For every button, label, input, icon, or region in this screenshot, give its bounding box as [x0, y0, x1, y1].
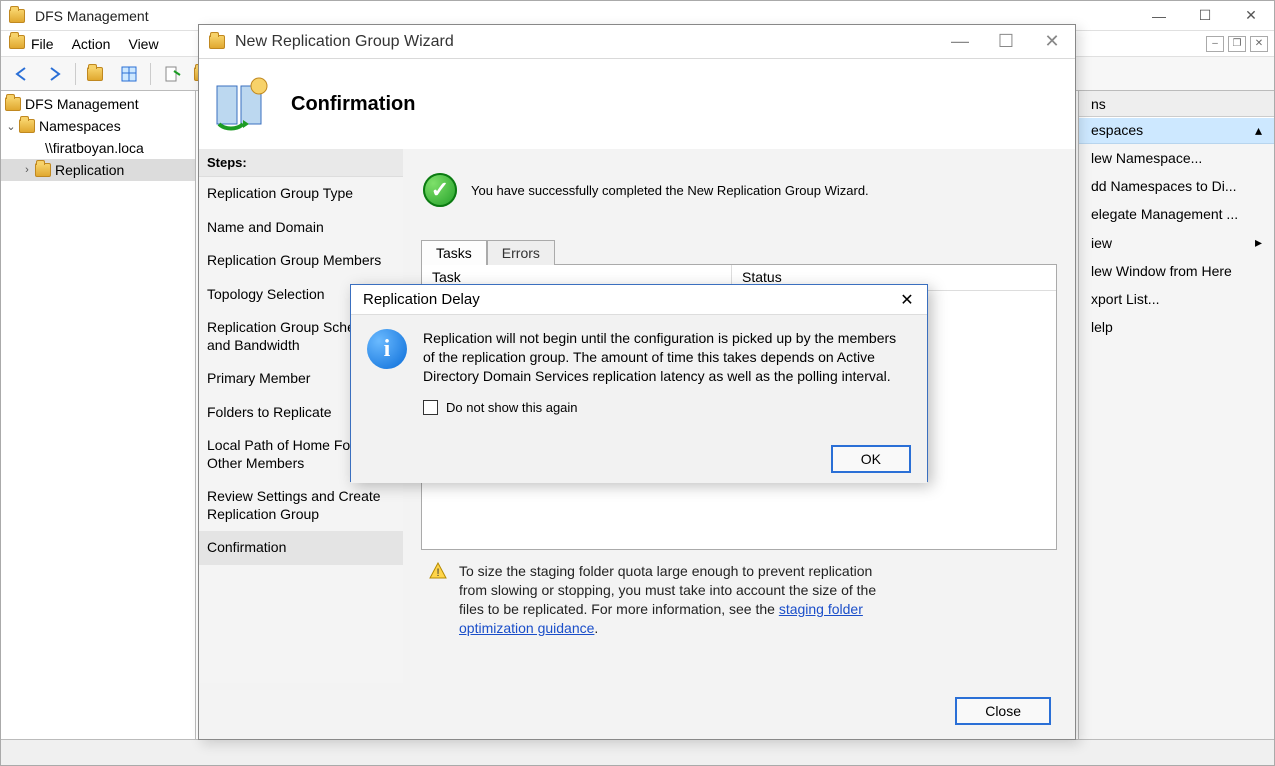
hint-row: ! To size the staging folder quota large…	[421, 550, 1057, 638]
tab-tasks[interactable]: Tasks	[421, 240, 487, 265]
step-9[interactable]: Confirmation	[199, 531, 403, 565]
close-button[interactable]: ✕	[1228, 1, 1274, 31]
nav-back-button[interactable]	[9, 61, 35, 87]
statusbar	[1, 739, 1274, 765]
expand-icon[interactable]: ›	[21, 164, 33, 176]
step-1[interactable]: Name and Domain	[199, 211, 403, 245]
step-2[interactable]: Replication Group Members	[199, 244, 403, 278]
tree-root[interactable]: DFS Management	[1, 93, 195, 115]
step-0[interactable]: Replication Group Type	[199, 177, 403, 211]
action-delegate[interactable]: elegate Management ...	[1079, 200, 1274, 228]
actions-header: ns	[1079, 91, 1274, 117]
toolbar-btn-3[interactable]	[159, 61, 185, 87]
tree-ns-label: \\firatboyan.loca	[45, 140, 144, 156]
steps-header: Steps:	[199, 149, 403, 177]
hint-text: To size the staging folder quota large e…	[459, 562, 879, 638]
maximize-button[interactable]: ☐	[1182, 1, 1228, 31]
tree-namespaces[interactable]: ⌄ Namespaces	[1, 115, 195, 137]
actions-sub-label: espaces	[1091, 122, 1143, 139]
tabs: Tasks Errors	[421, 239, 1057, 264]
success-row: ✓ You have successfully completed the Ne…	[421, 165, 1057, 225]
menu-icon	[9, 35, 25, 49]
menu-aux-restore[interactable]: ❐	[1228, 36, 1246, 52]
tree-replication[interactable]: › Replication	[1, 159, 195, 181]
tab-errors[interactable]: Errors	[487, 240, 555, 265]
separator	[75, 63, 76, 85]
app-icon	[9, 9, 25, 23]
action-help[interactable]: lelp	[1079, 313, 1274, 341]
actions-pane: ns espaces ▴ lew Namespace... dd Namespa…	[1078, 91, 1274, 739]
folder-icon	[35, 163, 51, 177]
menu-action[interactable]: Action	[72, 36, 111, 52]
dialog-replication-delay: Replication Delay ✕ i Replication will n…	[350, 284, 928, 482]
collapse-icon[interactable]: ⌄	[5, 120, 17, 133]
folder-icon	[5, 97, 21, 111]
ok-button[interactable]: OK	[831, 445, 911, 473]
doc-icon	[163, 65, 181, 83]
wizard-footer: Close	[199, 683, 1075, 739]
dialog-titlebar: Replication Delay ✕	[351, 285, 927, 315]
wizard-minimize-button[interactable]: —	[937, 27, 983, 57]
tree-pane: DFS Management ⌄ Namespaces \\firatboyan…	[1, 91, 196, 739]
close-button[interactable]: Close	[955, 697, 1051, 725]
wizard-titlebar: New Replication Group Wizard — ☐ ✕	[199, 25, 1075, 59]
dialog-text: Replication will not begin until the con…	[423, 329, 911, 386]
actions-subheader: espaces ▴	[1079, 117, 1274, 144]
wizard-title: New Replication Group Wizard	[235, 33, 454, 51]
warning-icon: !	[429, 562, 447, 580]
dont-show-label: Do not show this again	[446, 400, 578, 415]
wizard-maximize-button[interactable]: ☐	[983, 27, 1029, 57]
folder-icon	[19, 119, 35, 133]
dialog-content: i Replication will not begin until the c…	[367, 329, 911, 386]
step-8[interactable]: Review Settings and Create Replication G…	[199, 480, 403, 531]
wizard-graphic-icon	[209, 74, 273, 134]
table-icon	[120, 65, 138, 83]
main-title: DFS Management	[35, 8, 149, 24]
checkbox-row: Do not show this again	[423, 400, 911, 415]
collapse-up-icon[interactable]: ▴	[1255, 122, 1262, 139]
dialog-footer: OK	[367, 445, 911, 473]
svg-text:!: !	[436, 567, 439, 579]
action-view[interactable]: iew ▸	[1079, 228, 1274, 257]
wizard-header: Confirmation	[199, 59, 1075, 149]
wizard-heading: Confirmation	[291, 93, 415, 116]
tree-namespaces-label: Namespaces	[39, 118, 121, 134]
arrow-right-icon	[45, 65, 63, 83]
chevron-right-icon: ▸	[1255, 234, 1262, 251]
action-add-namespace[interactable]: dd Namespaces to Di...	[1079, 172, 1274, 200]
wizard-close-button[interactable]: ✕	[1029, 27, 1075, 57]
menu-view[interactable]: View	[128, 36, 158, 52]
action-new-window[interactable]: lew Window from Here	[1079, 257, 1274, 285]
tree-ns-item[interactable]: \\firatboyan.loca	[1, 137, 195, 159]
menu-aux-min[interactable]: –	[1206, 36, 1224, 52]
nav-forward-button[interactable]	[41, 61, 67, 87]
tree-replication-label: Replication	[55, 162, 124, 178]
dialog-body: i Replication will not begin until the c…	[351, 315, 927, 483]
toolbar-btn-1[interactable]	[84, 61, 110, 87]
separator	[150, 63, 151, 85]
action-export[interactable]: xport List...	[1079, 285, 1274, 313]
action-new-namespace[interactable]: lew Namespace...	[1079, 144, 1274, 172]
arrow-left-icon	[13, 65, 31, 83]
dont-show-checkbox[interactable]	[423, 400, 438, 415]
checkmark-icon: ✓	[423, 173, 457, 207]
info-icon: i	[367, 329, 407, 369]
menu-aux-close[interactable]: ✕	[1250, 36, 1268, 52]
dialog-title: Replication Delay	[363, 291, 480, 308]
success-text: You have successfully completed the New …	[471, 183, 869, 198]
menu-file[interactable]: File	[31, 36, 54, 52]
main-win-controls: — ☐ ✕	[1136, 1, 1274, 30]
dialog-close-button[interactable]: ✕	[887, 290, 927, 310]
tree-root-label: DFS Management	[25, 96, 139, 112]
minimize-button[interactable]: —	[1136, 1, 1182, 31]
toolbar-btn-2[interactable]	[116, 61, 142, 87]
wizard-icon	[209, 35, 225, 49]
